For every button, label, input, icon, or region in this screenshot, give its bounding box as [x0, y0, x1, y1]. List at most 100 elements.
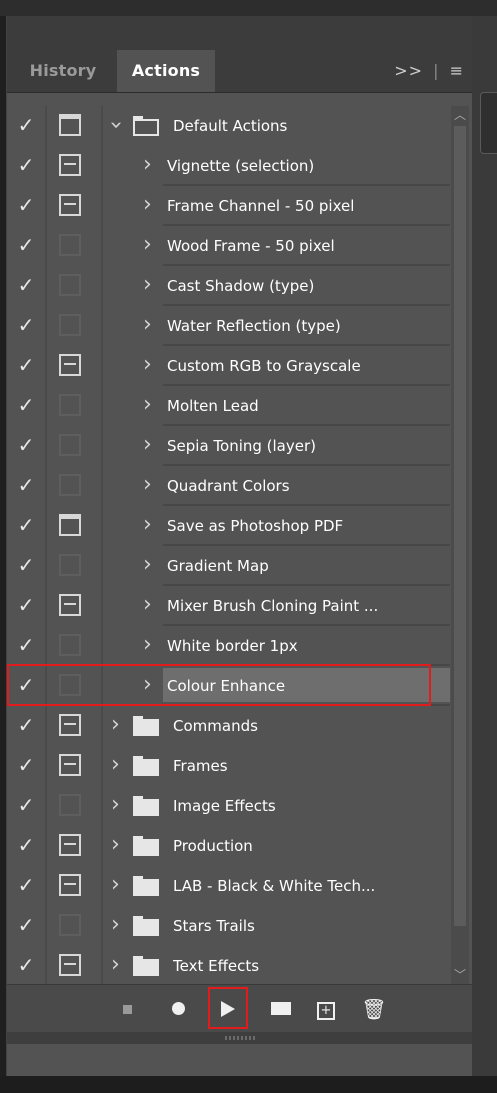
action-set-row[interactable]: ✓ › Frames — [7, 746, 472, 786]
toggle-item-checkmark-icon[interactable]: ✓ — [15, 594, 37, 616]
toggle-dialog-icon[interactable] — [59, 314, 81, 336]
toggle-dialog-icon[interactable] — [59, 594, 81, 616]
toggle-item-checkmark-icon[interactable]: ✓ — [15, 794, 37, 816]
tab-actions[interactable]: Actions — [117, 50, 215, 92]
chevron-right-icon[interactable]: › — [111, 952, 120, 978]
panel-menu-controls[interactable]: >> | ≡ — [390, 50, 464, 92]
toggle-item-checkmark-icon[interactable]: ✓ — [15, 474, 37, 496]
toggle-dialog-icon[interactable] — [59, 154, 81, 176]
toggle-dialog-icon[interactable] — [59, 794, 81, 816]
toggle-dialog-icon[interactable] — [59, 514, 81, 536]
action-row[interactable]: ✓ › Sepia Toning (layer) — [7, 426, 472, 466]
toggle-item-checkmark-icon[interactable]: ✓ — [15, 954, 37, 976]
action-row[interactable]: ✓ › Cast Shadow (type) — [7, 266, 472, 306]
toggle-dialog-icon[interactable] — [59, 754, 81, 776]
toggle-item-checkmark-icon[interactable]: ✓ — [15, 714, 37, 736]
action-set-row[interactable]: ✓ › Text Effects — [7, 946, 472, 986]
toggle-item-checkmark-icon[interactable]: ✓ — [15, 114, 37, 136]
action-row[interactable]: ✓ › Quadrant Colors — [7, 466, 472, 506]
toggle-item-checkmark-icon[interactable]: ✓ — [15, 394, 37, 416]
toggle-dialog-icon[interactable] — [59, 394, 81, 416]
toggle-item-checkmark-icon[interactable]: ✓ — [15, 834, 37, 856]
chevron-right-icon[interactable]: › — [143, 312, 152, 338]
toggle-item-checkmark-icon[interactable]: ✓ — [15, 314, 37, 336]
scroll-up-arrow-icon[interactable]: ︿ — [451, 106, 469, 124]
actions-scrollbar[interactable]: ︿ ﹀ — [451, 106, 469, 984]
action-row[interactable]: ✓ › Frame Channel - 50 pixel — [7, 186, 472, 226]
action-row[interactable]: ✓ › Molten Lead — [7, 386, 472, 426]
action-set-row[interactable]: ✓ › Default Actions — [7, 106, 472, 146]
chevron-right-icon[interactable]: › — [111, 752, 120, 778]
action-row[interactable]: ✓ › Vignette (selection) — [7, 146, 472, 186]
toggle-dialog-icon[interactable] — [59, 234, 81, 256]
panel-overflow-button[interactable]: >> — [394, 50, 423, 92]
action-row[interactable]: ✓ › Mixer Brush Cloning Paint ... — [7, 586, 472, 626]
action-row[interactable]: ✓ › Gradient Map — [7, 546, 472, 586]
chevron-right-icon[interactable]: › — [111, 792, 120, 818]
chevron-down-icon[interactable]: › — [102, 121, 128, 130]
action-row[interactable]: ✓ › Save as Photoshop PDF — [7, 506, 472, 546]
toggle-dialog-icon[interactable] — [59, 714, 81, 736]
action-row[interactable]: ✓ › Water Reflection (type) — [7, 306, 472, 346]
toggle-dialog-icon[interactable] — [59, 194, 81, 216]
chevron-right-icon[interactable]: › — [143, 552, 152, 578]
tab-history[interactable]: History — [15, 50, 111, 92]
chevron-right-icon[interactable]: › — [143, 592, 152, 618]
toggle-item-checkmark-icon[interactable]: ✓ — [15, 754, 37, 776]
action-row[interactable]: ✓ › White border 1px — [7, 626, 472, 666]
action-set-row[interactable]: ✓ › Image Effects — [7, 786, 472, 826]
chevron-right-icon[interactable]: › — [111, 912, 120, 938]
toggle-item-checkmark-icon[interactable]: ✓ — [15, 434, 37, 456]
toggle-dialog-icon[interactable] — [59, 834, 81, 856]
hamburger-menu-icon[interactable]: ≡ — [450, 50, 464, 92]
delete-button[interactable]: 🗑 — [359, 985, 389, 1033]
adjacent-panel-button[interactable] — [480, 92, 497, 154]
panel-resize-grip[interactable] — [7, 1032, 472, 1044]
toggle-item-checkmark-icon[interactable]: ✓ — [15, 234, 37, 256]
chevron-right-icon[interactable]: › — [143, 152, 152, 178]
create-new-action-button[interactable]: + — [311, 985, 341, 1033]
toggle-item-checkmark-icon[interactable]: ✓ — [15, 874, 37, 896]
toggle-item-checkmark-icon[interactable]: ✓ — [15, 194, 37, 216]
chevron-right-icon[interactable]: › — [111, 832, 120, 858]
record-button[interactable] — [167, 985, 189, 1033]
toggle-item-checkmark-icon[interactable]: ✓ — [15, 634, 37, 656]
stop-button[interactable] — [117, 985, 137, 1033]
toggle-dialog-icon[interactable] — [59, 634, 81, 656]
toggle-dialog-icon[interactable] — [59, 554, 81, 576]
action-row[interactable]: ✓ › Wood Frame - 50 pixel — [7, 226, 472, 266]
toggle-dialog-icon[interactable] — [59, 954, 81, 976]
toggle-item-checkmark-icon[interactable]: ✓ — [15, 354, 37, 376]
chevron-right-icon[interactable]: › — [143, 272, 152, 298]
action-row[interactable]: ✓ › Colour Enhance — [7, 664, 472, 706]
chevron-right-icon[interactable]: › — [143, 232, 152, 258]
action-set-row[interactable]: ✓ › LAB - Black & White Tech... — [7, 866, 472, 906]
chevron-right-icon[interactable]: › — [143, 392, 152, 418]
create-new-set-button[interactable] — [267, 985, 295, 1033]
toggle-item-checkmark-icon[interactable]: ✓ — [15, 914, 37, 936]
toggle-dialog-icon[interactable] — [59, 434, 81, 456]
chevron-right-icon[interactable]: › — [143, 472, 152, 498]
action-set-row[interactable]: ✓ › Stars Trails — [7, 906, 472, 946]
chevron-right-icon[interactable]: › — [143, 512, 152, 538]
toggle-dialog-icon[interactable] — [59, 914, 81, 936]
toggle-dialog-icon[interactable] — [59, 474, 81, 496]
toggle-dialog-icon[interactable] — [59, 874, 81, 896]
scroll-thumb[interactable] — [454, 126, 466, 926]
toggle-dialog-icon[interactable] — [59, 274, 81, 296]
toggle-item-checkmark-icon[interactable]: ✓ — [15, 154, 37, 176]
toggle-dialog-icon[interactable] — [59, 114, 81, 136]
action-set-row[interactable]: ✓ › Production — [7, 826, 472, 866]
toggle-item-checkmark-icon[interactable]: ✓ — [15, 514, 37, 536]
toggle-item-checkmark-icon[interactable]: ✓ — [15, 274, 37, 296]
action-row[interactable]: ✓ › Custom RGB to Grayscale — [7, 346, 472, 386]
chevron-right-icon[interactable]: › — [143, 192, 152, 218]
toggle-item-checkmark-icon[interactable]: ✓ — [15, 554, 37, 576]
toggle-dialog-icon[interactable] — [59, 354, 81, 376]
chevron-right-icon[interactable]: › — [111, 712, 120, 738]
chevron-right-icon[interactable]: › — [111, 872, 120, 898]
chevron-right-icon[interactable]: › — [143, 352, 152, 378]
chevron-right-icon[interactable]: › — [143, 432, 152, 458]
scroll-down-arrow-icon[interactable]: ﹀ — [451, 966, 469, 984]
action-set-row[interactable]: ✓ › Commands — [7, 706, 472, 746]
